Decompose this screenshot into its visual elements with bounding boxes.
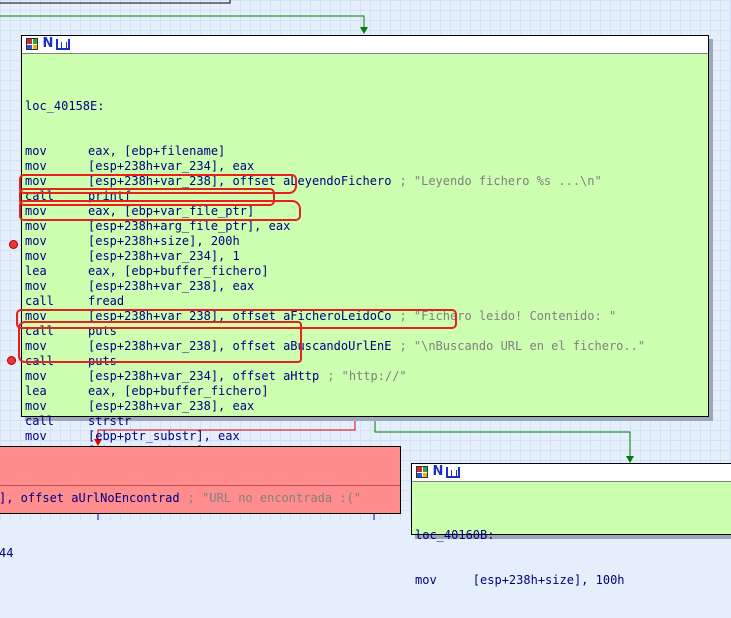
graph-overview-icon[interactable] (26, 38, 38, 50)
node-n-icon-2[interactable]: N (432, 465, 444, 478)
operands: [esp+238h+var_238], eax (88, 279, 255, 293)
code-line[interactable]: mov [esp+238h+var_238], eax (25, 279, 708, 294)
comment: ; "Leyendo fichero %s ...\n" (399, 174, 602, 188)
mnemonic: lea (25, 264, 47, 278)
operands: eax, [ebp+buffer_fichero] (88, 384, 269, 398)
operands: eax, [ebp+filename] (88, 144, 226, 158)
comment: ; "http://" (327, 369, 407, 383)
code-line[interactable]: call strstr (25, 414, 708, 429)
mnemonic: lea (25, 384, 47, 398)
operands: [esp+238h+var_234], 1 (88, 249, 240, 263)
previous-node-border (0, 0, 231, 4)
operands: [esp+238h+var_234], eax (88, 159, 255, 173)
block-titlebar-2[interactable]: N (412, 464, 731, 482)
mnemonic: mov (25, 144, 47, 158)
operands: [esp+238h+size], 200h (88, 234, 240, 248)
code-line[interactable]: mov [esp+238h+arg_file_ptr], eax (25, 219, 708, 234)
mnemonic: mov (25, 219, 47, 233)
code-line[interactable]: mov [esp+238h+size], 200h (25, 234, 708, 249)
collapse-node-icon[interactable] (56, 39, 70, 50)
code-line[interactable]: mov [esp+238h+var_234], offset aHttp ; "ht… (25, 369, 708, 384)
operands: strstr (88, 414, 132, 428)
mnemonic: mov (25, 234, 47, 248)
collapse-node-icon-2[interactable] (446, 467, 460, 478)
code-line[interactable]: mov eax, [ebp+filename] (25, 144, 708, 159)
mnemonic: mov (25, 279, 47, 293)
breakpoint-marker-2[interactable] (7, 356, 16, 365)
mnemonic: mov (25, 249, 47, 263)
mnemonic: call (25, 294, 54, 308)
node-n-icon[interactable]: N (42, 37, 54, 50)
code-line[interactable]: lea eax, [ebp+buffer_fichero] (25, 384, 708, 399)
operands: [esp+238h+arg_file_ptr], eax (88, 219, 291, 233)
operands: [esp+238h+var_234], offset aHttp (88, 369, 320, 383)
code-label[interactable]: loc_40158E: (25, 99, 708, 114)
graph-overview-icon-2[interactable] (416, 466, 428, 478)
mnemonic: mov (25, 159, 47, 173)
comment: ; "\nBuscando URL en el fichero.." (399, 339, 646, 353)
block-titlebar[interactable]: N (22, 36, 708, 54)
loc-40160B-block[interactable]: N loc_40160B: mov [esp+238h+size], 100h (411, 463, 731, 587)
operands: [ebp+ptr_substr], eax (88, 429, 240, 443)
code-line[interactable]: lea eax, [ebp+buffer_fichero] (25, 264, 708, 279)
code-line[interactable]: mov [esp+238h+var_234], eax (25, 159, 708, 174)
mnemonic: mov (25, 369, 47, 383)
operands: fread (88, 294, 125, 308)
code-line[interactable]: mov [esp+238h+var_234], 1 (25, 249, 708, 264)
mnemonic: call (25, 414, 54, 428)
breakpoint-marker-1[interactable] (9, 240, 18, 249)
mnemonic: mov (25, 399, 47, 413)
highlight-box-5 (18, 321, 302, 363)
not-found-block[interactable]: ], offset aUrlNoEncontrad; "URL no encon… (0, 446, 401, 560)
loc-40160B-listing: loc_40160B: mov [esp+238h+size], 100h (415, 528, 625, 587)
disassembly-listing: loc_40158E: mov eax, [ebp+filename] mov [es… (22, 54, 708, 504)
edge-incoming (0, 15, 365, 30)
operands: eax, [ebp+buffer_fichero] (88, 264, 269, 278)
edge-incoming-arrow (360, 27, 368, 34)
not-found-listing: ], offset aUrlNoEncontrad; "URL no encon… (0, 491, 362, 560)
mnemonic: mov (25, 429, 47, 443)
code-line[interactable]: mov [esp+238h+var_238], eax (25, 399, 708, 414)
code-line[interactable]: call fread (25, 294, 708, 309)
operands: [esp+238h+var_238], eax (88, 399, 255, 413)
code-line[interactable]: mov [ebp+ptr_substr], eax (25, 429, 708, 444)
highlight-box-3 (19, 200, 301, 221)
